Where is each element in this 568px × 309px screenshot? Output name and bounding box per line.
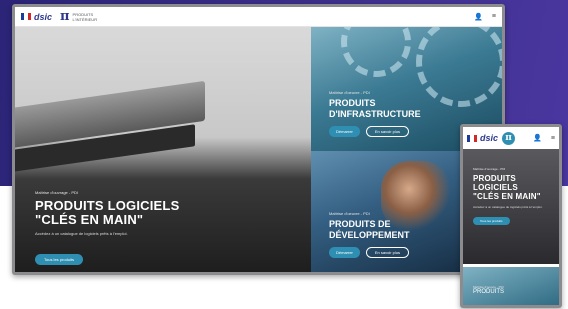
mobile-hero-title-line1: PRODUITS — [473, 174, 516, 183]
hero-title-line1: PRODUITS LOGICIELS — [35, 198, 180, 213]
mobile-tile-title: PRODUITS — [473, 289, 505, 295]
mobile-hero-description: Accédez à un catalogue de logiciels prêt… — [473, 205, 543, 209]
mobile-all-products-button[interactable]: Tous les produits — [473, 217, 510, 225]
mobile-hero-title-line2: LOGICIELS — [473, 183, 518, 192]
tile-title-line2: D'INFRASTRUCTURE — [329, 109, 421, 119]
tile-content: Maîtrise d'oeuvre - PDI PRODUITS D'INFRA… — [329, 90, 421, 137]
tile-title-line1: PRODUITS DE — [329, 219, 391, 229]
gear-icon — [416, 27, 502, 107]
tile-kicker: Maîtrise d'oeuvre - PDI — [329, 211, 370, 216]
user-icon[interactable]: 👤 — [474, 13, 483, 21]
mobile-hero-kicker: Maîtrise d'ouvrage - PDI — [473, 167, 506, 171]
tile-title-line2: DÉVELOPPEMENT — [329, 230, 410, 240]
desktop-mockup-frame: dsic π PRODUITS L'INTÉRIEUR 👤 ≡ Maîtrise… — [12, 4, 505, 275]
hero-content: Maîtrise d'ouvrage - PDI PRODUITS LOGICI… — [35, 190, 179, 236]
learn-more-button[interactable]: En savoir plus — [365, 247, 410, 258]
hero-description: Accédez à un catalogue de logiciels prêt… — [35, 231, 128, 236]
pi-logo-icon[interactable]: π — [502, 131, 516, 145]
mobile-infrastructure-tile[interactable]: Maîtrise d'oeuvre - PDI PRODUITS — [463, 267, 559, 305]
tile-title-line1: PRODUITS — [329, 98, 376, 108]
site-header: dsic π PRODUITS L'INTÉRIEUR 👤 ≡ — [15, 7, 502, 27]
learn-more-button[interactable]: En savoir plus — [365, 126, 410, 137]
hero-title-line2: "CLÉS EN MAIN" — [35, 212, 144, 227]
dsic-logo[interactable]: dsic — [480, 133, 498, 143]
hero-panel: Maîtrise d'ouvrage - PDI PRODUITS LOGICI… — [15, 27, 311, 272]
gear-icon — [341, 27, 411, 77]
hero-kicker: Maîtrise d'ouvrage - PDI — [35, 190, 79, 195]
menu-icon[interactable]: ≡ — [492, 13, 496, 20]
french-flag-icon — [467, 134, 477, 142]
mobile-hero-content: Maîtrise d'ouvrage - PDI PRODUITS LOGICI… — [473, 167, 542, 227]
mobile-tile-content: Maîtrise d'oeuvre - PDI PRODUITS — [473, 285, 504, 296]
brand-subtitle: PRODUITS L'INTÉRIEUR — [72, 11, 98, 22]
mobile-hero-title-line3: "CLÉS EN MAIN" — [473, 192, 541, 201]
mobile-hero: Maîtrise d'ouvrage - PDI PRODUITS LOGICI… — [463, 149, 559, 264]
start-button[interactable]: Démarrer — [329, 126, 360, 137]
french-flag-icon — [21, 13, 31, 20]
user-icon[interactable]: 👤 — [533, 134, 542, 142]
mobile-mockup-frame: dsic π 👤 ≡ Maîtrise d'ouvrage - PDI PROD… — [460, 124, 562, 308]
all-products-button[interactable]: Tous les produits — [35, 254, 84, 265]
mobile-header: dsic π 👤 ≡ — [463, 127, 559, 149]
pi-logo-icon[interactable]: π — [60, 10, 70, 23]
desktop-screen: dsic π PRODUITS L'INTÉRIEUR 👤 ≡ Maîtrise… — [15, 7, 502, 272]
tile-content: Maîtrise d'oeuvre - PDI PRODUITS DE DÉVE… — [329, 211, 410, 258]
dsic-logo[interactable]: dsic — [34, 12, 52, 22]
start-button[interactable]: Démarrer — [329, 247, 360, 258]
tile-kicker: Maîtrise d'oeuvre - PDI — [329, 90, 370, 95]
menu-icon[interactable]: ≡ — [551, 135, 555, 142]
mobile-screen: dsic π 👤 ≡ Maîtrise d'ouvrage - PDI PROD… — [463, 127, 559, 305]
